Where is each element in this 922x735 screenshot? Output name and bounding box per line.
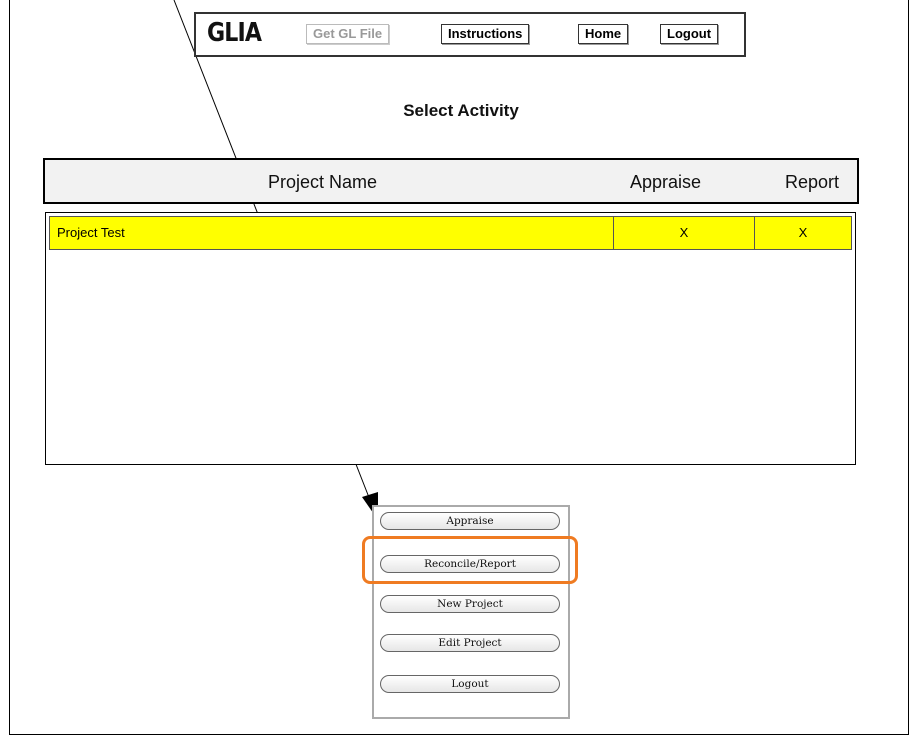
instructions-button[interactable]: Instructions — [441, 24, 530, 44]
report-cell[interactable]: X — [755, 217, 851, 249]
project-list: Project Test X X — [45, 212, 856, 465]
nav-logout-button[interactable]: Logout — [660, 24, 719, 44]
logout-button[interactable]: Logout — [380, 675, 560, 693]
page-title: Select Activity — [403, 101, 519, 120]
appraise-button[interactable]: Appraise — [380, 512, 560, 530]
get-gl-file-button[interactable]: Get GL File — [306, 24, 390, 44]
table-row[interactable]: Project Test X X — [49, 216, 852, 250]
glia-logo: GLIA — [207, 18, 262, 48]
project-table-header: Project Name Appraise Report — [43, 158, 859, 204]
new-project-button[interactable]: New Project — [380, 595, 560, 613]
edit-project-button[interactable]: Edit Project — [380, 634, 560, 652]
appraise-cell[interactable]: X — [614, 217, 755, 249]
home-button[interactable]: Home — [578, 24, 629, 44]
header-report: Report — [785, 172, 840, 192]
header-project-name: Project Name — [268, 172, 378, 192]
project-name-cell[interactable]: Project Test — [50, 217, 614, 249]
header-appraise: Appraise — [630, 172, 702, 192]
reconcile-report-button[interactable]: Reconcile/Report — [380, 555, 560, 573]
